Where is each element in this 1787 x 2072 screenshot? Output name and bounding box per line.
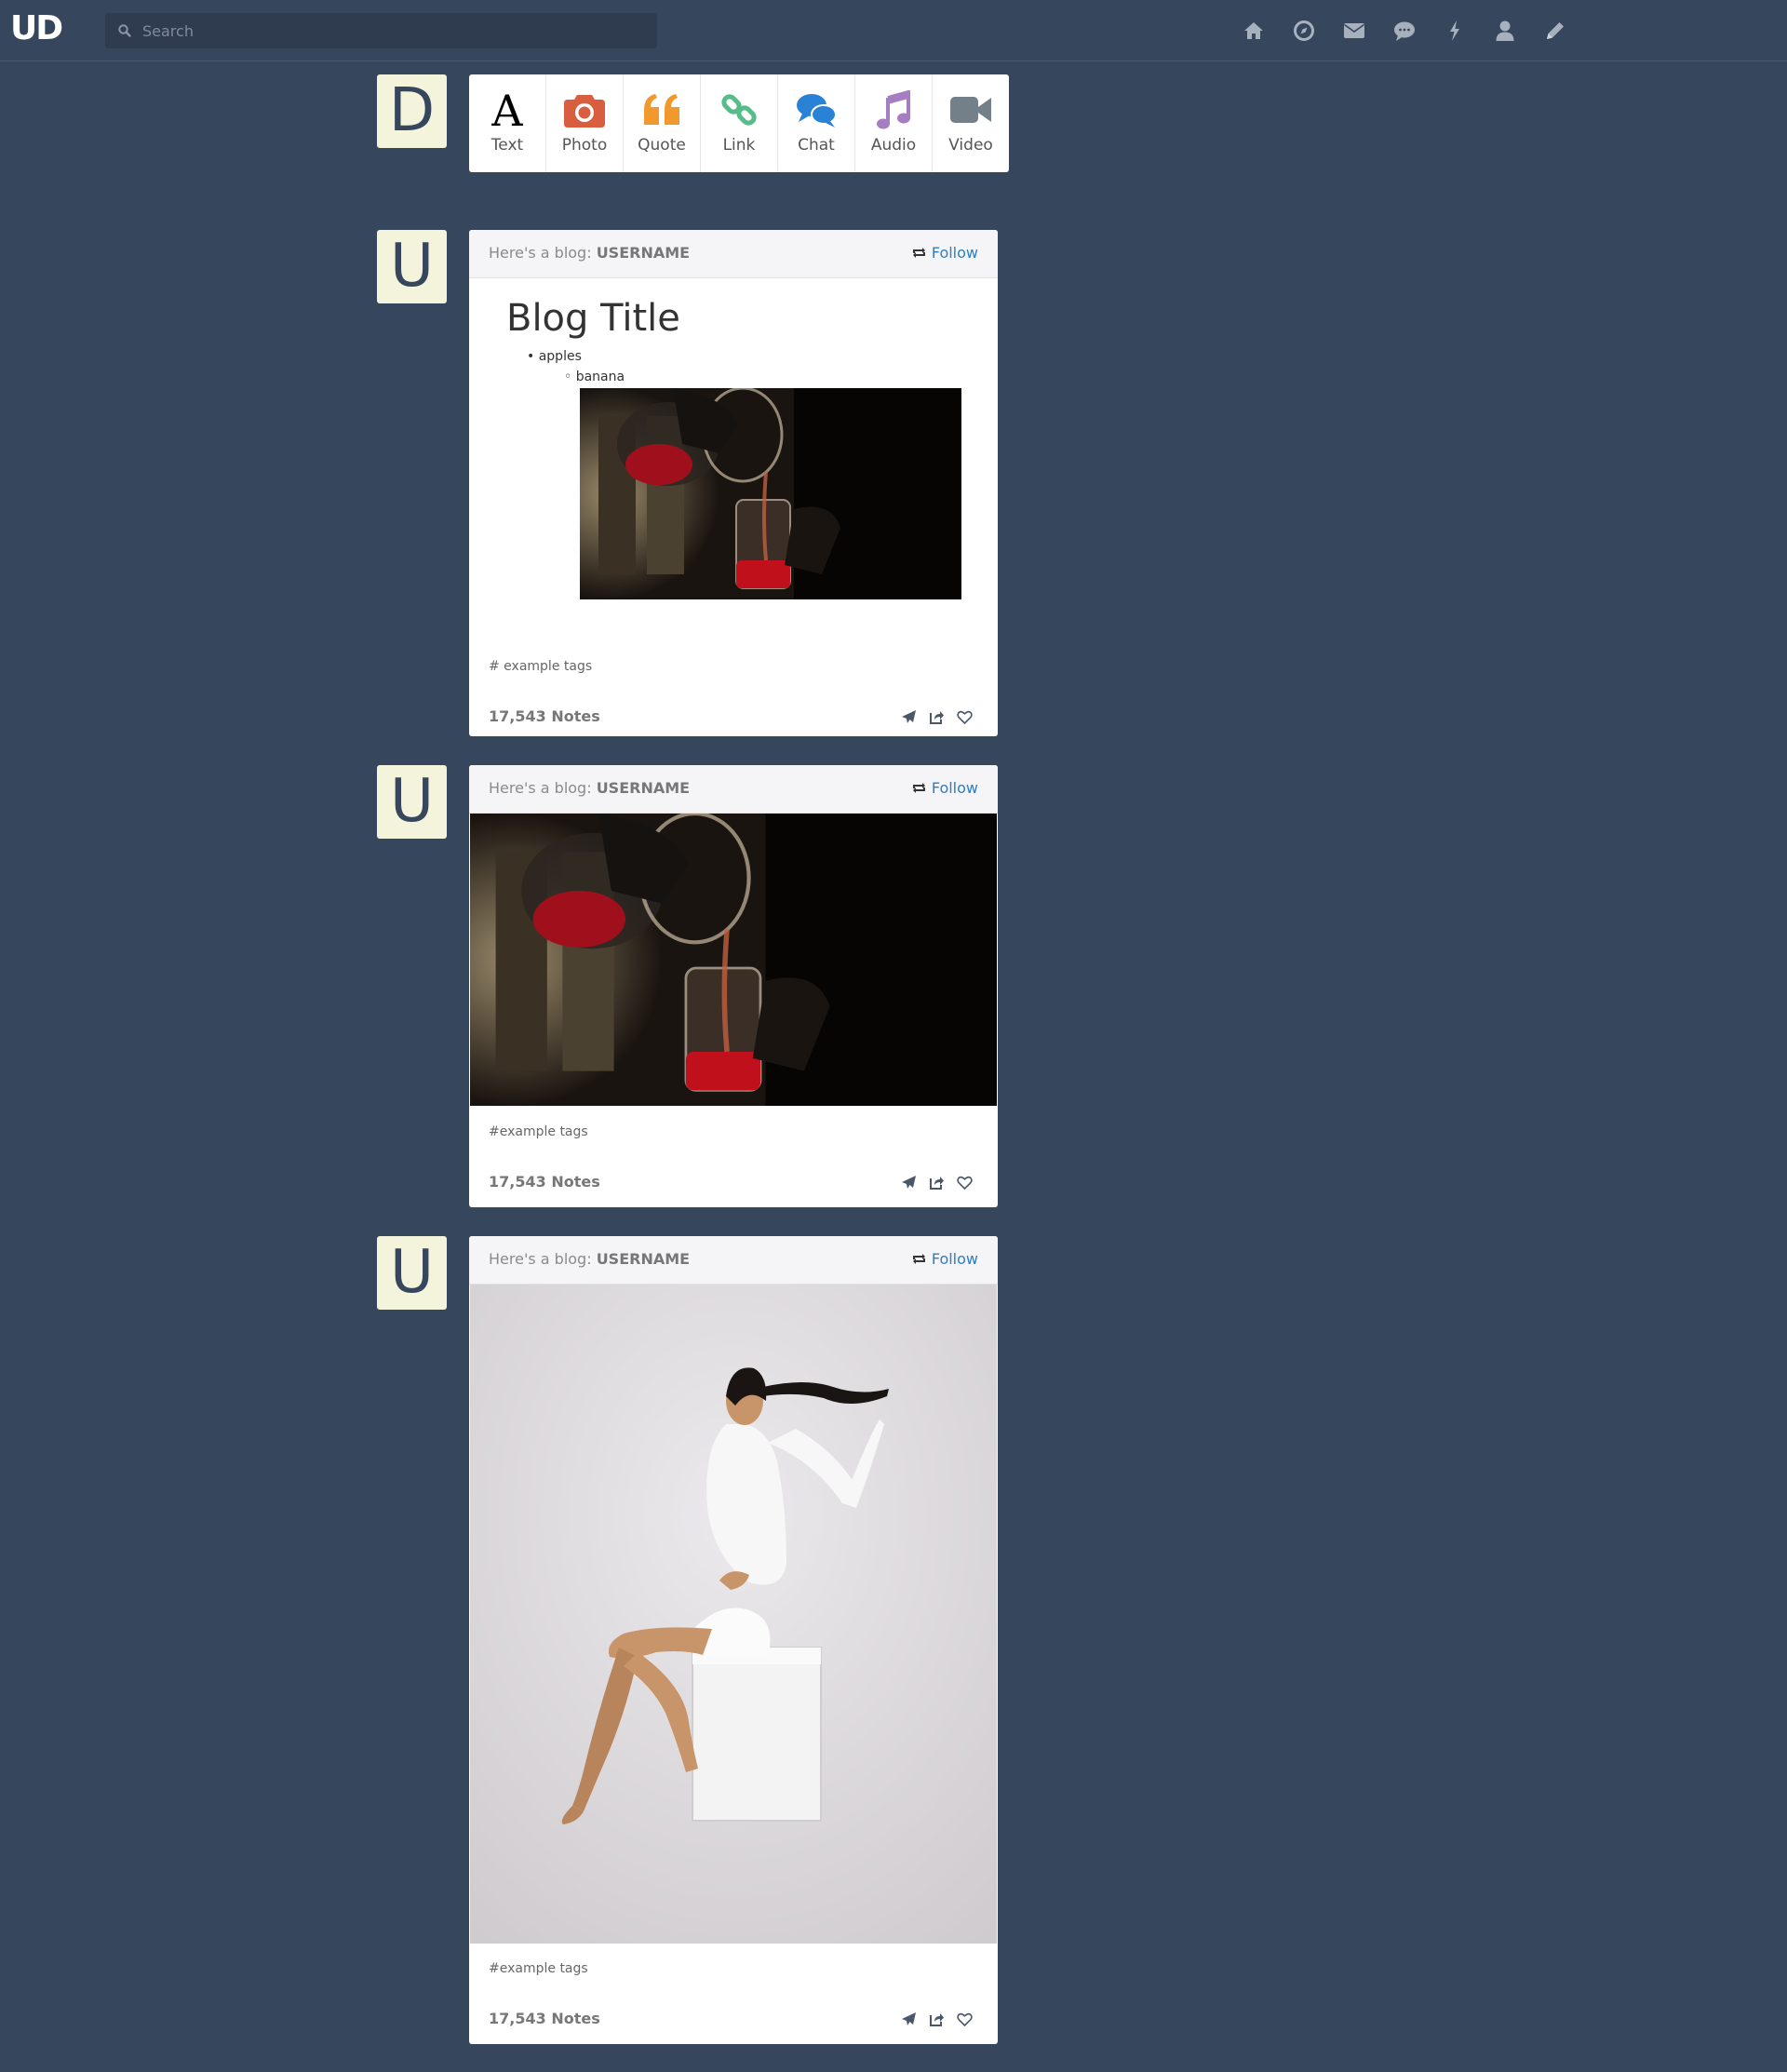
notes-count[interactable]: 17,543 Notes [489,1173,600,1191]
post-type-chat[interactable]: Chat [778,74,855,172]
photo-post: Here's a blog: USERNAME Follow #example … [469,765,998,1207]
follow-button[interactable]: Follow [911,1250,978,1268]
post-author: Here's a blog: USERNAME [489,244,691,262]
search-box[interactable] [105,13,657,48]
follow-button[interactable]: Follow [911,779,978,797]
heart-icon[interactable] [950,1171,978,1193]
avatar[interactable]: U [377,1236,447,1310]
search-input[interactable] [142,13,645,48]
link-icon [721,94,757,126]
post-tags[interactable]: #example tags [489,1961,588,1976]
username-link[interactable]: USERNAME [597,1250,690,1268]
reblog-icon [912,1254,925,1264]
post-tags[interactable]: #example tags [489,1124,588,1139]
photo-post: Here's a blog: USERNAME Follow #example … [469,1236,998,2044]
share-icon[interactable] [922,706,950,728]
post-type-text[interactable]: A Text [469,74,546,172]
heart-icon[interactable] [950,706,978,728]
avatar[interactable]: U [377,765,447,839]
post-tags[interactable]: # example tags [489,659,592,674]
home-icon[interactable] [1229,16,1279,46]
post-photo[interactable] [470,814,997,1106]
pencil-icon[interactable] [1530,16,1580,46]
post-header: Here's a blog: USERNAME Follow [469,230,998,278]
camera-icon [564,95,605,128]
lightning-icon[interactable] [1430,16,1480,46]
notes-count[interactable]: 17,543 Notes [489,707,600,725]
list-item: • apples [527,349,582,364]
post-actions [894,706,978,728]
blog-title: Blog Title [506,297,680,340]
send-icon[interactable] [894,1171,922,1193]
post-type-quote[interactable]: Quote [624,74,701,172]
reblog-icon [912,783,925,793]
avatar[interactable]: U [377,230,447,303]
quote-icon [644,94,679,125]
text-post: Here's a blog: USERNAME Follow Blog Titl… [469,230,998,736]
follow-button[interactable]: Follow [911,244,978,262]
post-photo[interactable] [580,388,961,599]
user-icon[interactable] [1480,16,1530,46]
music-icon [877,90,910,129]
post-body: Blog Title • apples ◦ banana [469,278,998,679]
username-link[interactable]: USERNAME [597,244,690,262]
send-icon[interactable] [894,706,922,728]
share-icon[interactable] [922,1171,950,1193]
svg-text:A: A [490,88,523,131]
post-photo[interactable] [470,1285,997,1944]
share-icon[interactable] [922,2008,950,2030]
mail-icon[interactable] [1329,16,1379,46]
search-icon [118,24,131,37]
post-type-bar: A Text Photo Quote Link Chat Audio Video [469,74,1009,172]
send-icon[interactable] [894,2008,922,2030]
notes-count[interactable]: 17,543 Notes [489,2010,600,2027]
video-camera-icon [950,97,991,123]
top-navbar: UD [0,0,1787,61]
username-link[interactable]: USERNAME [597,779,690,797]
post-author: Here's a blog: USERNAME [489,1250,691,1268]
post-type-audio[interactable]: Audio [855,74,933,172]
logo[interactable]: UD [10,10,63,47]
post-type-link[interactable]: Link [701,74,778,172]
sub-list-item: ◦ banana [564,370,625,384]
heart-icon[interactable] [950,2008,978,2030]
compass-icon[interactable] [1279,16,1329,46]
post-header: Here's a blog: USERNAME Follow [469,765,998,814]
nav-icons [1229,16,1580,46]
post-actions [894,2008,978,2030]
chat-icon [797,94,837,128]
text-icon: A [490,88,523,131]
post-actions [894,1171,978,1193]
post-header: Here's a blog: USERNAME Follow [469,1236,998,1285]
avatar[interactable]: D [377,74,447,148]
post-type-photo[interactable]: Photo [546,74,624,172]
post-type-video[interactable]: Video [933,74,1009,172]
post-author: Here's a blog: USERNAME [489,779,691,797]
chat-bubble-icon[interactable] [1379,16,1430,46]
reblog-icon [912,248,925,258]
